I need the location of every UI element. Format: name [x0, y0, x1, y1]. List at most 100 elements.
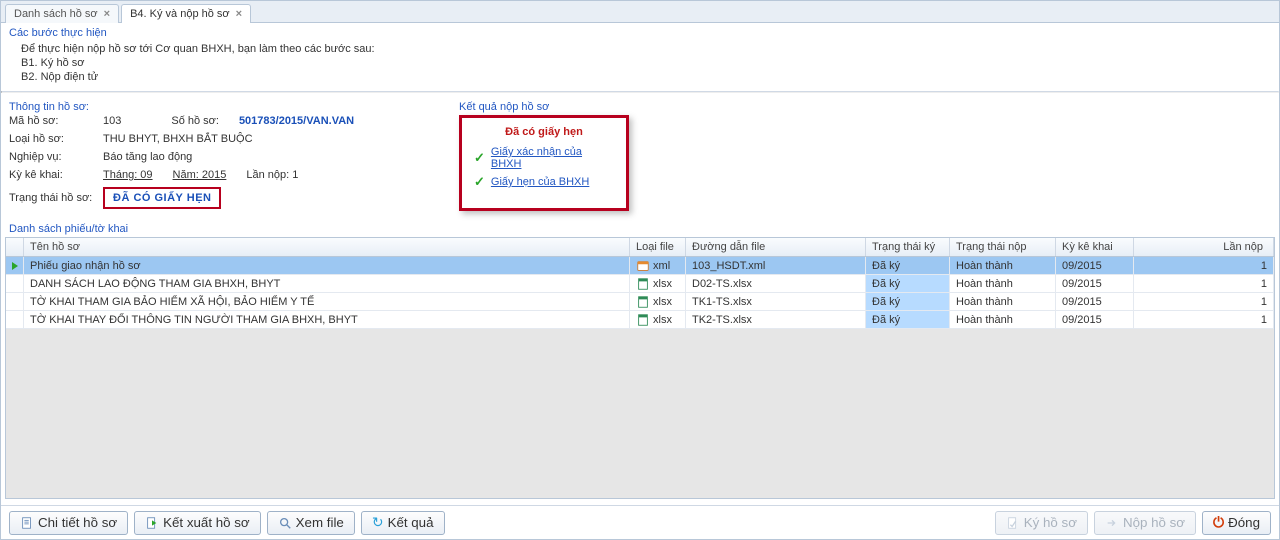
result-link-1: ✓ Giấy xác nhận của BHXH: [474, 146, 614, 170]
col-duongdan[interactable]: Đường dẫn file: [686, 238, 866, 256]
col-ttnop[interactable]: Trạng thái nộp: [950, 238, 1056, 256]
cell-ten: Phiếu giao nhận hồ sơ: [24, 257, 630, 274]
so-value: 501783/2015/VAN.VAN: [239, 115, 354, 127]
xml-file-icon: [636, 259, 650, 273]
cell-loai: xml: [630, 257, 686, 274]
trangthai-label: Trạng thái hồ sơ:: [9, 192, 99, 204]
col-ttky[interactable]: Trạng thái ký: [866, 238, 950, 256]
step-b2: B2. Nộp điện tử: [21, 71, 1271, 83]
btn-label: Ký hồ sơ: [1024, 515, 1077, 530]
btn-label: Kết quả: [388, 515, 434, 530]
col-ky[interactable]: Kỳ kê khai: [1056, 238, 1134, 256]
info-right: Kết quả nộp hồ sơ Đã có giấy hẹn ✓ Giấy …: [439, 97, 1271, 211]
cell-ttnop: Hoàn thành: [950, 311, 1056, 328]
cell-ttky: Đã ký: [866, 311, 950, 328]
grid-body: Phiếu giao nhận hồ sơ xml103_HSDT.xmlĐã …: [6, 257, 1274, 498]
ma-label: Mã hồ sơ:: [9, 115, 99, 127]
cell-loai: xlsx: [630, 275, 686, 292]
table-row[interactable]: TỜ KHAI THAM GIA BẢO HIỂM XÃ HỘI, BẢO HI…: [6, 293, 1274, 311]
cell-ttky: Đã ký: [866, 257, 950, 274]
arrow-icon: [12, 262, 18, 270]
table-row[interactable]: Phiếu giao nhận hồ sơ xml103_HSDT.xmlĐã …: [6, 257, 1274, 275]
magnifier-icon: [278, 516, 292, 530]
check-icon: ✓: [474, 174, 485, 190]
info-title: Thông tin hồ sơ:: [9, 97, 439, 115]
nghiepvu-label: Nghiệp vụ:: [9, 151, 99, 163]
cell-ttky: Đã ký: [866, 293, 950, 310]
xlsx-file-icon: [636, 295, 650, 309]
table-row[interactable]: DANH SÁCH LAO ĐỘNG THAM GIA BHXH, BHYT x…: [6, 275, 1274, 293]
cell-ttnop: Hoàn thành: [950, 257, 1056, 274]
cell-ky: 09/2015: [1056, 275, 1134, 292]
chi-tiet-button[interactable]: Chi tiết hồ sơ: [9, 511, 128, 535]
cell-lannop: 1: [1134, 293, 1274, 310]
xlsx-file-icon: [636, 277, 650, 291]
ky-row: Tháng: 09 Năm: 2015 Lần nộp: 1: [103, 169, 439, 181]
document-icon: [20, 516, 34, 530]
result-link-2: ✓ Giấy hẹn của BHXH: [474, 174, 614, 190]
btn-label: Đóng: [1228, 515, 1260, 530]
nop-ho-so-button: Nộp hồ sơ: [1094, 511, 1196, 535]
steps-block: Để thực hiện nộp hồ sơ tới Cơ quan BHXH,…: [1, 41, 1279, 91]
col-loai[interactable]: Loại file: [630, 238, 686, 256]
thang-value: Tháng: 09: [103, 169, 153, 181]
cell-ttnop: Hoàn thành: [950, 275, 1056, 292]
close-icon[interactable]: ×: [104, 8, 110, 20]
row-indicator: [6, 311, 24, 328]
ket-xuat-button[interactable]: Kết xuất hồ sơ: [134, 511, 261, 535]
footer-toolbar: Chi tiết hồ sơ Kết xuất hồ sơ Xem file ↻…: [1, 505, 1279, 539]
col-indicator: [6, 238, 24, 256]
step-b1: B1. Ký hồ sơ: [21, 57, 1271, 69]
result-box: Đã có giấy hẹn ✓ Giấy xác nhận của BHXH …: [459, 115, 629, 211]
row-indicator: [6, 293, 24, 310]
dong-button[interactable]: ⏻ Đóng: [1202, 511, 1271, 535]
loai-label: Loại hồ sơ:: [9, 133, 99, 145]
btn-label: Xem file: [296, 515, 344, 530]
nam-value: Năm: 2015: [173, 169, 227, 181]
ma-value: 103: [103, 115, 121, 127]
xlsx-file-icon: [636, 313, 650, 327]
cell-duongdan: TK2-TS.xlsx: [686, 311, 866, 328]
cell-loai: xlsx: [630, 293, 686, 310]
col-lannop[interactable]: Lần nộp: [1134, 238, 1274, 256]
cell-ten: TỜ KHAI THAY ĐỔI THÔNG TIN NGƯỜI THAM GI…: [24, 311, 630, 328]
xem-file-button[interactable]: Xem file: [267, 511, 355, 535]
btn-label: Kết xuất hồ sơ: [163, 515, 250, 530]
tab-label: Danh sách hồ sơ: [14, 8, 98, 20]
ky-ho-so-button: Ký hồ sơ: [995, 511, 1088, 535]
info-area: Thông tin hồ sơ: Mã hồ sơ: 103 Số hồ sơ:…: [1, 93, 1279, 219]
col-ten[interactable]: Tên hồ sơ: [24, 238, 630, 256]
tab-content: Các bước thực hiện Để thực hiện nộp hồ s…: [1, 23, 1279, 505]
row-indicator: [6, 275, 24, 292]
lannop-value: Lần nộp: 1: [246, 169, 298, 181]
btn-label: Chi tiết hồ sơ: [38, 515, 117, 530]
check-icon: ✓: [474, 150, 485, 166]
cell-ttky: Đã ký: [866, 275, 950, 292]
cell-duongdan: TK1-TS.xlsx: [686, 293, 866, 310]
list-title: Danh sách phiếu/tờ khai: [1, 219, 1279, 237]
info-grid: Mã hồ sơ: 103 Số hồ sơ: 501783/2015/VAN.…: [9, 115, 439, 209]
close-icon[interactable]: ×: [236, 8, 242, 20]
nghiepvu-value: Báo tăng lao động: [103, 151, 439, 163]
submit-icon: [1105, 516, 1119, 530]
sign-icon: [1006, 516, 1020, 530]
tab-bar: Danh sách hồ sơ × B4. Ký và nộp hồ sơ ×: [1, 1, 1279, 23]
so-label: Số hồ sơ:: [171, 115, 219, 127]
link-giay-xac-nhan[interactable]: Giấy xác nhận của BHXH: [491, 146, 614, 170]
ma-row: 103 Số hồ sơ: 501783/2015/VAN.VAN: [103, 115, 439, 127]
table-row[interactable]: TỜ KHAI THAY ĐỔI THÔNG TIN NGƯỜI THAM GI…: [6, 311, 1274, 329]
tab-label: B4. Ký và nộp hồ sơ: [130, 8, 230, 20]
grid-header: Tên hồ sơ Loại file Đường dẫn file Trạng…: [6, 238, 1274, 257]
cell-ten: DANH SÁCH LAO ĐỘNG THAM GIA BHXH, BHYT: [24, 275, 630, 292]
ket-qua-button[interactable]: ↻ Kết quả: [361, 511, 445, 535]
cell-ky: 09/2015: [1056, 257, 1134, 274]
result-title: Kết quả nộp hồ sơ: [459, 97, 1271, 115]
tab-ky-va-nop-ho-so[interactable]: B4. Ký và nộp hồ sơ ×: [121, 4, 251, 23]
tab-danh-sach-ho-so[interactable]: Danh sách hồ sơ ×: [5, 4, 119, 23]
cell-ttnop: Hoàn thành: [950, 293, 1056, 310]
link-giay-hen[interactable]: Giấy hẹn của BHXH: [491, 176, 589, 188]
cell-ky: 09/2015: [1056, 311, 1134, 328]
cell-lannop: 1: [1134, 257, 1274, 274]
info-left: Thông tin hồ sơ: Mã hồ sơ: 103 Số hồ sơ:…: [9, 97, 439, 211]
result-heading: Đã có giấy hẹn: [474, 126, 614, 138]
